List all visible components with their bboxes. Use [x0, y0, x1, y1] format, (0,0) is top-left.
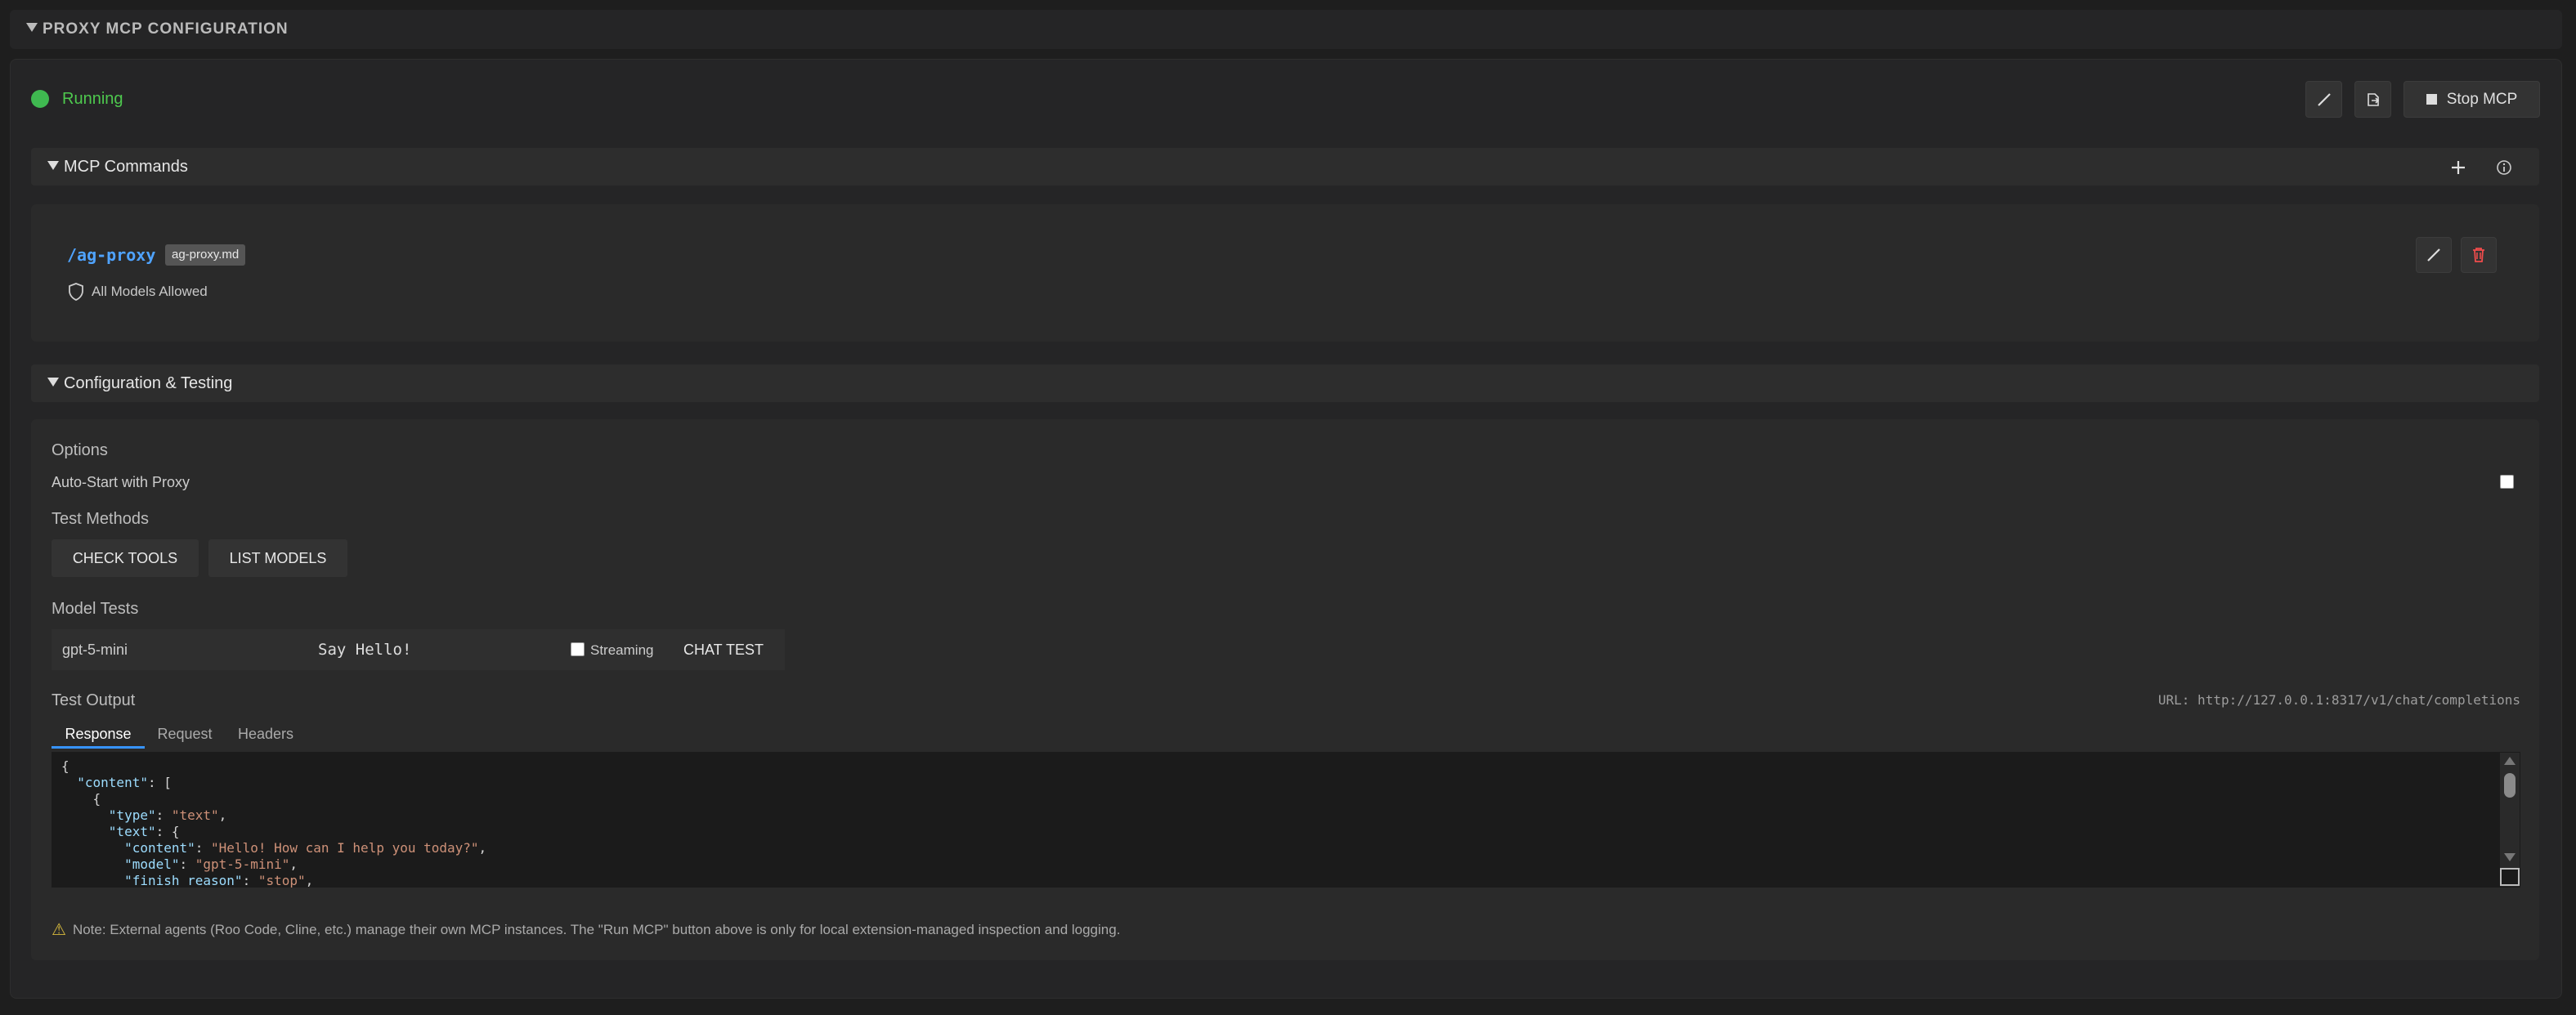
- running-status-dot: [31, 90, 49, 108]
- output-line: "model": "gpt-5-mini",: [124, 856, 298, 872]
- auto-start-checkbox[interactable]: [2500, 475, 2514, 489]
- config-testing-title[interactable]: Configuration & Testing: [47, 364, 232, 402]
- scroll-thumb[interactable]: [2504, 773, 2516, 798]
- output-line: "type": "text",: [108, 807, 227, 823]
- edit-button[interactable]: [2305, 81, 2342, 118]
- stop-mcp-label: Stop MCP: [2446, 90, 2518, 108]
- mcp-commands-title-text: MCP Commands: [64, 158, 188, 176]
- tab-request[interactable]: Request: [152, 719, 217, 749]
- mcp-commands-section-header[interactable]: [31, 148, 2539, 186]
- auto-start-label: Auto-Start with Proxy: [52, 474, 190, 490]
- streaming-label: Streaming: [590, 642, 654, 658]
- collapse-triangle-icon: [47, 378, 59, 387]
- scroll-up-arrow-icon[interactable]: [2504, 757, 2516, 765]
- tab-headers[interactable]: Headers: [231, 719, 300, 749]
- export-icon: [2367, 92, 2379, 106]
- output-line: {: [61, 791, 101, 807]
- model-tests-heading: Model Tests: [52, 600, 139, 618]
- shield-icon: [69, 283, 83, 301]
- config-testing-section-header[interactable]: [31, 364, 2539, 402]
- proxy-mcp-configuration-header[interactable]: [10, 10, 2562, 49]
- add-command-button[interactable]: [2446, 155, 2471, 180]
- export-button[interactable]: [2354, 81, 2391, 118]
- test-output-area[interactable]: { "content": [ { "type": "text", "text":…: [52, 752, 2520, 888]
- command-name[interactable]: /ag-proxy: [67, 244, 155, 266]
- delete-command-button[interactable]: [2461, 237, 2497, 273]
- command-file-badge: ag-proxy.md: [165, 244, 246, 266]
- models-allowed-text: All Models Allowed: [92, 284, 208, 299]
- models-allowed: All Models Allowed: [67, 280, 208, 303]
- collapse-triangle-icon: [47, 161, 59, 170]
- command-card: [31, 204, 2539, 342]
- info-button[interactable]: [2492, 155, 2516, 180]
- list-models-button[interactable]: LIST MODELS: [208, 539, 347, 577]
- status-text: Running: [62, 90, 123, 108]
- pencil-icon: [2427, 248, 2440, 262]
- stop-square-icon: [2426, 94, 2437, 105]
- info-icon: [2497, 160, 2511, 175]
- plus-icon: [2452, 161, 2465, 174]
- note-text: Note: External agents (Roo Code, Cline, …: [72, 922, 1121, 937]
- proxy-mcp-configuration-title[interactable]: PROXY MCP CONFIGURATION: [26, 10, 289, 49]
- mcp-commands-title[interactable]: MCP Commands: [47, 148, 188, 186]
- config-testing-title-text: Configuration & Testing: [64, 374, 233, 392]
- note: ⚠ Note: External agents (Roo Code, Cline…: [52, 919, 1120, 941]
- resize-handle-icon[interactable]: [2500, 868, 2520, 886]
- check-tools-button[interactable]: CHECK TOOLS: [52, 539, 199, 577]
- warning-icon: ⚠: [52, 921, 66, 939]
- output-line: "content": [: [77, 775, 172, 790]
- output-line: "text": {: [108, 824, 180, 839]
- header-title-text: PROXY MCP CONFIGURATION: [43, 20, 289, 38]
- stop-mcp-button[interactable]: Stop MCP: [2404, 81, 2540, 118]
- options-heading: Options: [52, 441, 108, 459]
- endpoint-url: URL: http://127.0.0.1:8317/v1/chat/compl…: [2157, 692, 2520, 708]
- scroll-down-arrow-icon[interactable]: [2504, 853, 2516, 861]
- output-line: {: [61, 758, 69, 774]
- tab-response[interactable]: Response: [52, 719, 145, 749]
- trash-icon: [2473, 248, 2484, 262]
- streaming-checkbox[interactable]: [571, 642, 585, 656]
- collapse-triangle-icon: [26, 23, 38, 32]
- output-line: "finish_reason": "stop",: [124, 873, 314, 888]
- prompt-input[interactable]: Say Hello!: [318, 637, 411, 662]
- model-select[interactable]: gpt-5-mini: [62, 637, 128, 662]
- pencil-icon: [2317, 92, 2331, 106]
- chat-test-button[interactable]: CHAT TEST: [670, 634, 777, 665]
- test-output-heading: Test Output: [52, 691, 136, 709]
- edit-command-button[interactable]: [2416, 237, 2452, 273]
- test-methods-heading: Test Methods: [52, 510, 149, 528]
- output-line: "content": "Hello! How can I help you to…: [124, 840, 487, 856]
